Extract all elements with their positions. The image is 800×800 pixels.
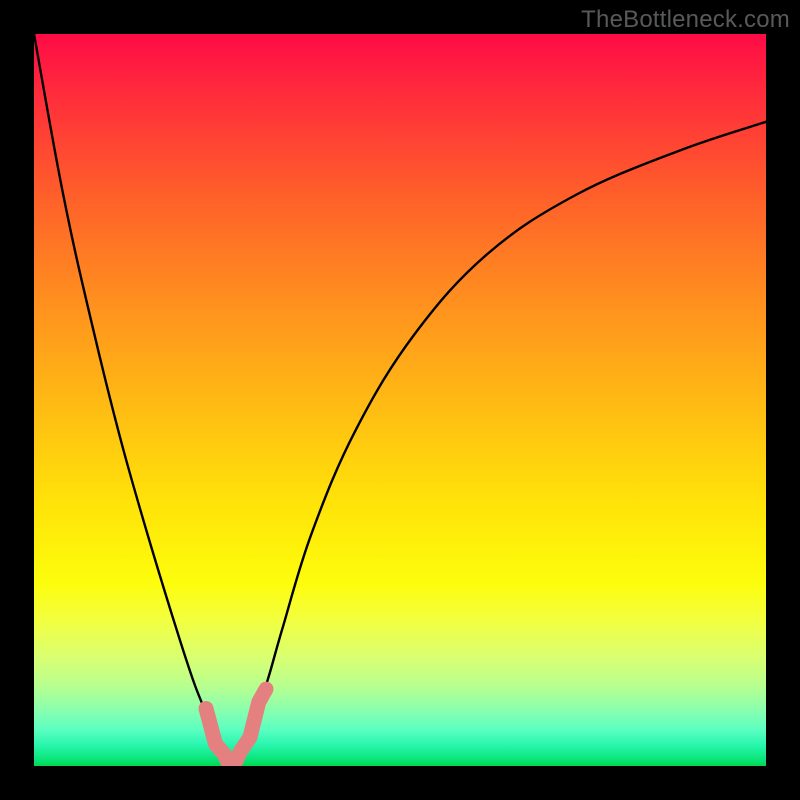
plot-area bbox=[34, 34, 766, 766]
bottleneck-curve bbox=[34, 34, 766, 766]
curve-svg bbox=[34, 34, 766, 766]
bump-markers bbox=[206, 689, 266, 766]
chart-frame: TheBottleneck.com bbox=[0, 0, 800, 800]
watermark-text: TheBottleneck.com bbox=[581, 6, 790, 34]
